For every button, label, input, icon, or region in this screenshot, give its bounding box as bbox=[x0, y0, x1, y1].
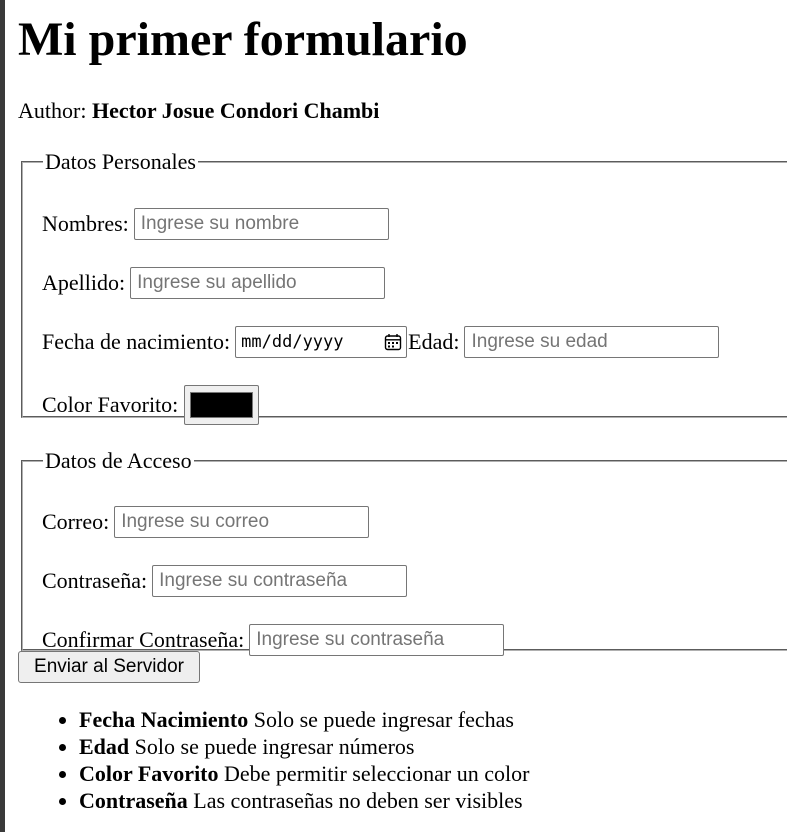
calendar-icon[interactable] bbox=[384, 333, 402, 351]
note-text: Debe permitir seleccionar un color bbox=[218, 761, 530, 786]
color-label: Color Favorito: bbox=[42, 392, 179, 417]
correo-row: Correo: bbox=[42, 506, 370, 538]
list-item: Color Favorito Debe permitir seleccionar… bbox=[79, 760, 529, 787]
color-row: Color Favorito: bbox=[42, 385, 260, 425]
edad-input[interactable] bbox=[464, 326, 720, 358]
note-term: Edad bbox=[79, 734, 130, 759]
color-picker-button[interactable] bbox=[184, 385, 260, 425]
apellido-input[interactable] bbox=[130, 267, 386, 299]
correo-input[interactable] bbox=[114, 506, 370, 538]
nombres-label: Nombres: bbox=[42, 211, 129, 236]
fecha-value: mm/dd/yyyy bbox=[241, 332, 344, 352]
password-label: Contraseña: bbox=[42, 568, 148, 593]
note-term: Color Favorito bbox=[79, 761, 219, 786]
nombres-input[interactable] bbox=[133, 208, 389, 240]
confirm-password-label: Confirmar Contraseña: bbox=[42, 627, 245, 652]
notes-list: Fecha Nacimiento Solo se puede ingresar … bbox=[18, 706, 529, 814]
access-data-fieldset: Datos de Acceso Correo: Contraseña: Conf… bbox=[21, 448, 787, 656]
submit-button[interactable]: Enviar al Servidor bbox=[18, 651, 200, 683]
window-edge bbox=[0, 0, 5, 832]
list-item: Contraseña Las contraseñas no deben ser … bbox=[79, 787, 529, 814]
personal-data-legend: Datos Personales bbox=[45, 149, 196, 174]
apellido-label: Apellido: bbox=[42, 270, 126, 295]
edad-label: Edad: bbox=[408, 329, 460, 354]
fecha-label: Fecha de nacimiento: bbox=[42, 329, 231, 354]
personal-data-fieldset: Datos Personales Nombres: Apellido: Fech… bbox=[21, 149, 787, 425]
list-item: Fecha Nacimiento Solo se puede ingresar … bbox=[79, 706, 529, 733]
correo-label: Correo: bbox=[42, 509, 110, 534]
password-input[interactable] bbox=[152, 565, 408, 597]
access-data-legend: Datos de Acceso bbox=[45, 448, 192, 473]
note-text: Las contraseñas no deben ser visibles bbox=[187, 788, 523, 813]
confirm-password-input[interactable] bbox=[249, 624, 505, 656]
author-line: Author: Hector Josue Condori Chambi bbox=[18, 98, 379, 124]
nombres-row: Nombres: bbox=[42, 208, 389, 240]
note-text: Solo se puede ingresar fechas bbox=[248, 707, 514, 732]
author-name: Hector Josue Condori Chambi bbox=[91, 98, 380, 123]
author-label: Author: bbox=[18, 98, 87, 123]
password-row: Contraseña: bbox=[42, 565, 408, 597]
apellido-row: Apellido: bbox=[42, 267, 386, 299]
note-term: Contraseña bbox=[79, 788, 188, 813]
note-term: Fecha Nacimiento bbox=[79, 707, 249, 732]
note-text: Solo se puede ingresar números bbox=[129, 734, 415, 759]
color-swatch bbox=[190, 392, 254, 418]
fecha-edad-row: Fecha de nacimiento: mm/dd/yyyy Edad: In… bbox=[42, 326, 720, 358]
list-item: Edad Solo se puede ingresar números bbox=[79, 733, 529, 760]
fecha-input[interactable]: mm/dd/yyyy bbox=[235, 326, 408, 358]
page-title: Mi primer formulario bbox=[18, 13, 468, 66]
